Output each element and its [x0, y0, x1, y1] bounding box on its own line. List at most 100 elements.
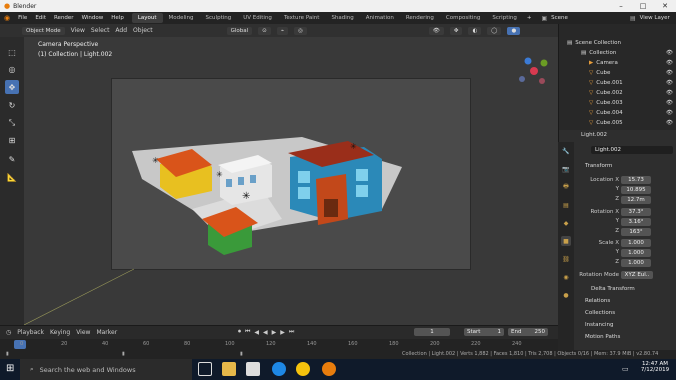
tab-scripting[interactable]: Scripting	[486, 13, 522, 23]
scale-icon[interactable]: ⤡	[5, 116, 19, 130]
maximize-button[interactable]: □	[632, 0, 654, 12]
motion-paths-header[interactable]: Motion Paths	[585, 334, 620, 340]
rotate-icon[interactable]: ↻	[5, 98, 19, 112]
visibility-eye-icon[interactable]: 👁	[666, 50, 673, 56]
object-mode-dropdown[interactable]: Object Mode	[22, 26, 65, 35]
file-explorer-icon[interactable]	[222, 362, 236, 376]
transform-header[interactable]: Transform	[585, 163, 612, 169]
navigation-gizmo[interactable]	[514, 51, 554, 91]
jump-start-icon[interactable]: ⏮	[245, 328, 250, 336]
timeline-editor-icon[interactable]: ◷	[6, 329, 11, 336]
end-frame-field[interactable]: End 250	[508, 328, 548, 336]
tab-modeling[interactable]: Modeling	[163, 13, 200, 23]
tab-texture-paint[interactable]: Texture Paint	[278, 13, 326, 23]
visibility-eye-icon[interactable]: 👁	[666, 120, 673, 126]
windows-start-icon[interactable]: ⊞	[6, 363, 14, 374]
location-z-field[interactable]: 12.7m	[621, 196, 651, 204]
timeline-menu-playback[interactable]: Playback	[17, 329, 44, 336]
cursor-icon[interactable]: ◎	[5, 62, 19, 76]
record-icon[interactable]: ⏺	[238, 328, 241, 336]
visibility-eye-icon[interactable]: 👁	[666, 70, 673, 76]
prev-keyframe-icon[interactable]: ◀	[254, 329, 259, 336]
edge-icon[interactable]	[272, 362, 286, 376]
timeline-menu-view[interactable]: View	[76, 329, 90, 336]
snap-icon[interactable]: ⌁	[276, 26, 289, 35]
menu-file[interactable]: File	[14, 15, 31, 21]
timeline-menu-marker[interactable]: Marker	[96, 329, 117, 336]
annotate-icon[interactable]: ✎	[5, 152, 19, 166]
instancing-header[interactable]: Instancing	[585, 322, 614, 328]
viewport-menu-view[interactable]: View	[71, 27, 85, 34]
blender-menu-icon[interactable]: ◉	[0, 14, 14, 22]
tab-sculpting[interactable]: Sculpting	[200, 13, 238, 23]
outliner-item-cube-004[interactable]: ▽ Cube.004 👁	[559, 108, 676, 118]
constraints-tab-icon[interactable]: ⛓	[561, 254, 571, 264]
viewport-menu-add[interactable]: Add	[115, 27, 127, 34]
object-tab-icon[interactable]: ■	[561, 236, 571, 246]
rotation-z-field[interactable]: 163°	[621, 228, 651, 236]
add-workspace-icon[interactable]: +	[523, 15, 536, 21]
rotation-mode-dropdown[interactable]: XYZ Eul..	[621, 271, 653, 279]
menu-edit[interactable]: Edit	[31, 15, 50, 21]
visibility-eye-icon[interactable]: 👁	[666, 60, 673, 66]
outliner-scene-collection[interactable]: ▤ Scene Collection	[559, 38, 676, 48]
viewport-menu-select[interactable]: Select	[91, 27, 110, 34]
location-y-field[interactable]: 10.895	[621, 186, 651, 194]
timeline-ruler[interactable]: 0 20 40 60 80 100 120 140 160 180 200 220 240	[0, 339, 558, 350]
outliner-item-cube[interactable]: ▽ Cube 👁	[559, 68, 676, 78]
scene-name[interactable]: Scene	[547, 15, 572, 21]
pivot-icon[interactable]: ⊙	[258, 26, 271, 35]
visibility-eye-icon[interactable]: 👁	[666, 110, 673, 116]
tab-compositing[interactable]: Compositing	[440, 13, 486, 23]
render-tab-icon[interactable]: 📷	[561, 164, 571, 174]
tab-layout[interactable]: Layout	[131, 13, 163, 23]
move-icon[interactable]: ✥	[5, 80, 19, 94]
transform-icon[interactable]: ⊞	[5, 133, 19, 147]
visibility-eye-icon[interactable]: 👁	[666, 90, 673, 96]
next-keyframe-icon[interactable]: ▶	[280, 329, 285, 336]
timeline-menu-keying[interactable]: Keying	[50, 329, 70, 336]
viewlayer-name[interactable]: View Layer	[636, 15, 674, 21]
scale-y-field[interactable]: 1.000	[621, 249, 651, 257]
scale-z-field[interactable]: 1.000	[621, 259, 651, 267]
store-icon[interactable]	[246, 362, 260, 376]
minimize-button[interactable]: –	[610, 0, 632, 12]
world-tab-icon[interactable]: ●	[561, 290, 571, 300]
visibility-eye-icon[interactable]: 👁	[666, 100, 673, 106]
measure-icon[interactable]: 📐	[5, 170, 19, 184]
menu-window[interactable]: Window	[78, 15, 108, 21]
blender-taskbar-icon[interactable]	[322, 362, 336, 376]
location-x-field[interactable]: 15.73	[621, 176, 651, 184]
start-frame-field[interactable]: Start 1	[464, 328, 504, 336]
visibility-icon[interactable]: 👁	[428, 26, 444, 35]
taskbar-clock[interactable]: 12:47 AM 7/12/2019	[640, 361, 670, 373]
close-button[interactable]: ✕	[654, 0, 676, 12]
taskbar-search[interactable]: ⌕ Search the web and Windows	[20, 359, 192, 380]
proportional-edit-icon[interactable]: ◎	[294, 26, 307, 35]
relations-header[interactable]: Relations	[585, 298, 610, 304]
outliner-item-cube-002[interactable]: ▽ Cube.002 👁	[559, 88, 676, 98]
outliner-item-camera[interactable]: ▶ Camera 👁	[559, 58, 676, 68]
shading-wireframe-icon[interactable]: ◯	[487, 26, 502, 35]
output-tab-icon[interactable]: 🖶	[561, 182, 571, 192]
rotation-x-field[interactable]: 37.3°	[621, 208, 651, 216]
overlay-icon[interactable]: ◐	[468, 26, 482, 35]
view-layer-tab-icon[interactable]: ▤	[561, 200, 571, 210]
rotation-y-field[interactable]: 3.16°	[621, 218, 651, 226]
task-view-icon[interactable]	[198, 362, 212, 376]
collections-header[interactable]: Collections	[585, 310, 615, 316]
jump-end-icon[interactable]: ⏭	[289, 328, 294, 336]
viewport-menu-object[interactable]: Object	[133, 27, 153, 34]
menu-help[interactable]: Help	[107, 15, 128, 21]
menu-render[interactable]: Render	[50, 15, 78, 21]
chrome-icon[interactable]	[296, 362, 310, 376]
tab-uv-editing[interactable]: UV Editing	[237, 13, 278, 23]
tab-shading[interactable]: Shading	[325, 13, 359, 23]
orientation-dropdown[interactable]: Global	[226, 26, 253, 35]
play-icon[interactable]: ▶	[272, 329, 277, 336]
notification-icon[interactable]: ▭	[622, 365, 629, 373]
gizmo-toggle-icon[interactable]: ✥	[449, 26, 463, 35]
play-reverse-icon[interactable]: ◀	[263, 329, 268, 336]
scale-x-field[interactable]: 1.000	[621, 239, 651, 247]
select-box-icon[interactable]: ⬚	[5, 45, 19, 59]
